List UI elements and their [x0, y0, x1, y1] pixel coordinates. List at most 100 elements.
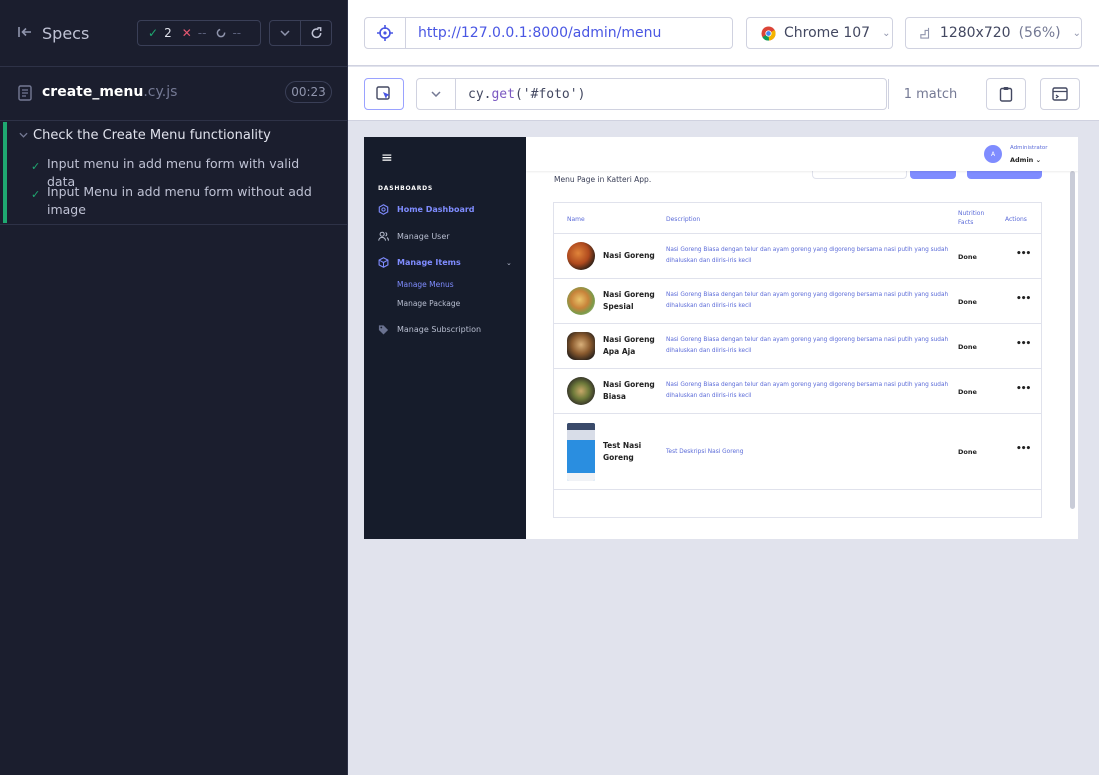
user-role: Administrator [1010, 145, 1048, 151]
menu-photo [567, 287, 595, 315]
copy-selector-button[interactable] [986, 78, 1026, 110]
chevron-down-icon: ⌄ [506, 259, 512, 267]
passed-stat: ✓ 2 [138, 26, 172, 40]
sidebar-item-manage-user[interactable]: Manage User [378, 231, 450, 242]
specs-link[interactable]: Specs [42, 24, 89, 43]
menu-photo [567, 377, 595, 405]
pending-stat: -- [206, 26, 241, 40]
chevron-down-icon: ⌄ [1035, 156, 1042, 164]
menu-description: Nasi Goreng Biasa dengan telur dan ayam … [666, 247, 949, 264]
ruler-icon [920, 27, 930, 39]
clipboard-icon [999, 87, 1013, 102]
table-row: Nasi Goreng Nasi Goreng Biasa dengan tel… [554, 233, 1041, 278]
runner-panel: http://127.0.0.1:8000/admin/menu Chrome … [348, 0, 1099, 775]
console-icon [1052, 87, 1068, 101]
more-actions-icon[interactable]: ••• [1016, 339, 1031, 349]
selector-argument: ('#foto') [514, 86, 586, 102]
menu-name: Nasi Goreng Apa Aja [603, 335, 655, 356]
aut-iframe: ≡ DASHBOARDS Home Dashboard Manage User … [364, 137, 1078, 539]
table-row: Nasi Goreng Apa Aja Nasi Goreng Biasa de… [554, 323, 1041, 368]
refresh-icon [311, 26, 321, 38]
pending-count: -- [232, 26, 242, 40]
menu-photo [567, 242, 595, 270]
user-menu[interactable]: Admin ⌄ [1010, 156, 1041, 164]
test-title: Input Menu in add menu form without add … [47, 184, 312, 217]
aut-url[interactable]: http://127.0.0.1:8000/admin/menu [405, 17, 733, 49]
spec-file-row: create_menu.cy.js 00:23 [0, 67, 348, 119]
spec-file-name: create_menu.cy.js [42, 84, 178, 100]
table-row: Test Nasi Goreng Test Deskripsi Nasi Gor… [554, 413, 1041, 490]
avatar[interactable]: A [984, 145, 1002, 163]
sidebar-item-label: Home Dashboard [397, 205, 475, 214]
sidebar-group-label: DASHBOARDS [378, 185, 434, 192]
sidebar-item-home-dashboard[interactable]: Home Dashboard [378, 204, 475, 215]
divider [0, 224, 348, 225]
dashboard-icon [378, 204, 389, 215]
scrollbar[interactable] [1070, 171, 1075, 509]
menu-description: Nasi Goreng Biasa dengan telur dan ayam … [666, 337, 949, 354]
element-picker-button[interactable] [364, 78, 404, 110]
more-actions-icon[interactable]: ••• [1016, 294, 1031, 304]
test-stats: ✓ 2 ✕ -- -- [137, 20, 261, 46]
check-icon: ✓ [31, 160, 41, 173]
check-icon: ✓ [148, 26, 159, 40]
page-subtitle: Menu Page in Katteri App. [554, 175, 652, 184]
app-main: A Administrator Admin ⌄ Menu Page in Kat… [526, 137, 1078, 539]
more-actions-icon[interactable]: ••• [1016, 249, 1031, 259]
column-header-actions: Actions [1005, 216, 1027, 223]
more-actions-icon[interactable]: ••• [1016, 384, 1031, 394]
menu-description: Test Deskripsi Nasi Goreng [666, 449, 744, 455]
viewport-info[interactable]: 1280x720 (56%) ⌄ [905, 17, 1082, 49]
selector-input[interactable]: cy. get ('#foto') [455, 78, 887, 110]
search-input[interactable] [812, 171, 907, 179]
collapse-all-button[interactable] [269, 20, 301, 46]
cube-icon [378, 257, 389, 268]
menu-photo [567, 332, 595, 360]
nutrition-status: Done [958, 253, 977, 261]
sidebar-subitem-manage-package[interactable]: Manage Package [397, 299, 460, 308]
sidebar-item-manage-items[interactable]: Manage Items [378, 257, 461, 268]
chevron-down-icon: ⌄ [882, 27, 891, 39]
column-header-nutrition: Nutrition Facts [958, 210, 985, 226]
menu-name: Test Nasi Goreng [603, 441, 642, 462]
menu-name: Nasi Goreng [603, 251, 655, 260]
menu-name: Nasi Goreng Biasa [603, 380, 655, 401]
chrome-icon [761, 25, 776, 41]
viewport-size: 1280x720 [939, 25, 1011, 41]
add-menu-button[interactable] [967, 171, 1042, 179]
selector-playground: cy. get ('#foto') 1 match [348, 67, 1099, 121]
sidebar-item-manage-subscription[interactable]: Manage Subscription [378, 324, 481, 335]
menu-description: Nasi Goreng Biasa dengan telur dan ayam … [666, 382, 949, 399]
sidebar-item-label: Manage User [397, 232, 450, 241]
browser-selector[interactable]: Chrome 107 ⌄ [746, 17, 893, 49]
search-button[interactable] [910, 171, 956, 179]
selector-playground-toggle[interactable] [364, 17, 406, 49]
rerun-button[interactable] [300, 20, 332, 46]
app-sidebar: ≡ DASHBOARDS Home Dashboard Manage User … [364, 137, 526, 539]
table-row: Nasi Goreng Spesial Nasi Goreng Biasa de… [554, 278, 1041, 323]
chevron-down-icon[interactable] [19, 132, 28, 138]
selector-method-dropdown[interactable] [416, 78, 456, 110]
reporter-panel: Specs ✓ 2 ✕ -- -- create_menu.cy.js 00:2… [0, 0, 348, 775]
nutrition-status: Done [958, 388, 977, 396]
sidebar-item-label: Manage Items [397, 258, 461, 267]
more-actions-icon[interactable]: ••• [1016, 444, 1031, 454]
viewport-scale: (56%) [1018, 25, 1061, 41]
check-icon: ✓ [31, 188, 41, 201]
print-to-console-button[interactable] [1040, 78, 1080, 110]
menu-name: Nasi Goreng Spesial [603, 290, 655, 311]
crosshair-icon [377, 25, 393, 41]
pending-icon [217, 28, 226, 38]
back-to-specs-icon[interactable] [17, 24, 33, 40]
users-icon [378, 231, 389, 242]
divider [0, 120, 348, 121]
url-bar: http://127.0.0.1:8000/admin/menu Chrome … [348, 0, 1099, 66]
menu-photo [567, 423, 595, 481]
spec-file-extension: .cy.js [143, 84, 178, 100]
suite-title[interactable]: Check the Create Menu functionality [33, 128, 271, 143]
chevron-down-icon: ⌄ [1072, 27, 1081, 39]
hamburger-icon[interactable]: ≡ [381, 150, 393, 166]
nutrition-status: Done [958, 343, 977, 351]
sidebar-subitem-manage-menus[interactable]: Manage Menus [397, 280, 454, 289]
chevron-down-icon [431, 91, 441, 97]
